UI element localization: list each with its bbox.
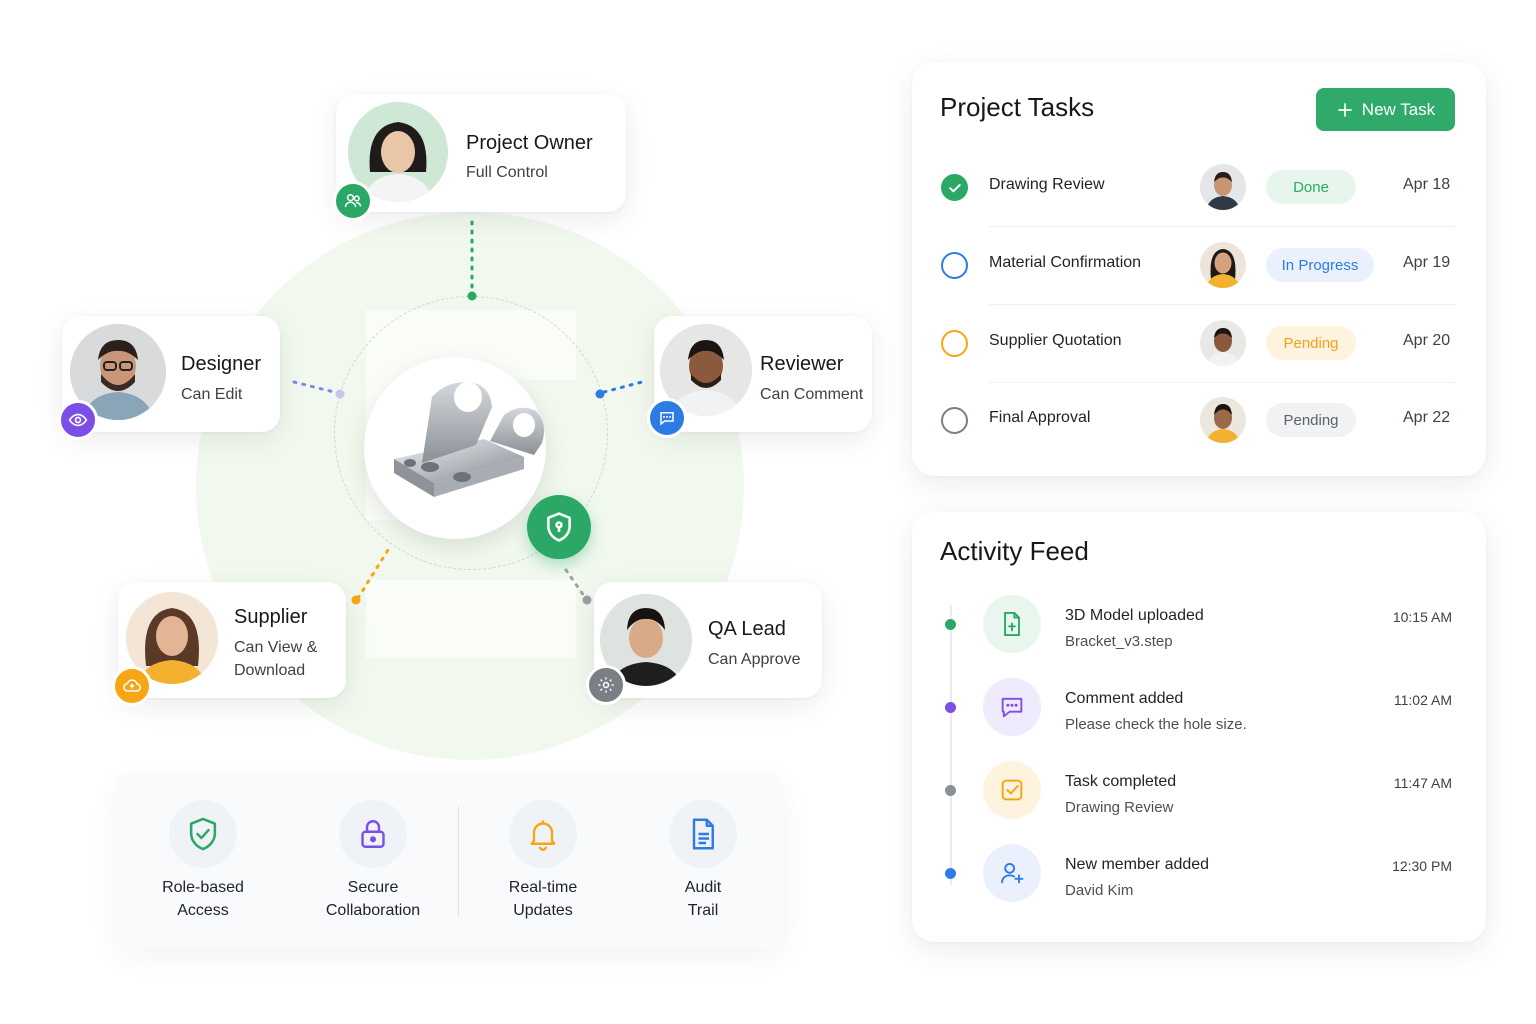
timeline-dot (945, 785, 956, 796)
due-date: Apr 18 (1403, 176, 1451, 193)
timeline-dot (945, 702, 956, 713)
eye-icon (58, 400, 98, 440)
check-in-progress-icon[interactable] (941, 252, 968, 279)
due-date: Apr 20 (1403, 332, 1451, 349)
assignee-avatar (1200, 164, 1246, 210)
role-permission: Can Approve (708, 651, 801, 668)
task-row[interactable]: Supplier Quotation Pending Apr 20 (912, 314, 1487, 374)
role-permission: Can Edit (181, 386, 243, 403)
divider (989, 304, 1455, 305)
role-title: Designer (181, 353, 262, 375)
new-task-label: New Task (1361, 99, 1436, 119)
status-badge: Pending (1266, 326, 1356, 360)
shield-check-icon (169, 800, 237, 868)
task-name: Drawing Review (989, 176, 1105, 193)
shield-lock-icon (547, 512, 571, 542)
feature-label: Real-time Updates (508, 879, 578, 919)
role-permission-line-1: Can View & (234, 639, 318, 656)
role-card-project-owner[interactable]: Project Owner Full Control (333, 94, 626, 221)
file-upload-icon (983, 595, 1041, 653)
document-icon (669, 800, 737, 868)
feature-label: Secure Collaboration (325, 879, 421, 919)
assignee-avatar (1200, 242, 1246, 288)
status-badge: In Progress (1266, 248, 1374, 282)
activity-title: Comment added (1065, 690, 1184, 707)
feature-strip: Role-based Access Secure Collaboration Rea… (116, 772, 784, 948)
feature-audit-trail: Audit Trail (618, 772, 788, 948)
cloud-upload-icon (112, 666, 152, 706)
divider (989, 382, 1455, 383)
feature-label: Role-based Access (162, 879, 244, 919)
timeline-dot (945, 619, 956, 630)
activity-item[interactable]: Task completed Drawing Review 11:47 AM (912, 758, 1487, 838)
status-badge: Done (1266, 170, 1356, 204)
task-name: Supplier Quotation (989, 332, 1122, 349)
activity-feed-panel: Activity Feed 3D Model uploaded Bracket_… (912, 512, 1486, 942)
security-shield-badge (527, 495, 591, 559)
activity-item[interactable]: Comment added Please check the hole size… (912, 675, 1487, 755)
lock-icon (339, 800, 407, 868)
role-title: Reviewer (760, 353, 844, 375)
timeline-dot (945, 868, 956, 879)
role-card-designer[interactable]: Designer Can Edit (58, 316, 280, 440)
comment-icon (983, 678, 1041, 736)
plus-icon (1337, 102, 1352, 117)
check-pending-icon[interactable] (941, 330, 968, 357)
gear-icon (586, 665, 626, 705)
assignee-avatar (1200, 320, 1246, 366)
due-date: Apr 19 (1403, 254, 1451, 271)
panel-title: Activity Feed (940, 536, 1089, 566)
activity-item[interactable]: 3D Model uploaded Bracket_v3.step 10:15 … (912, 592, 1487, 672)
feature-secure-collaboration: Secure Collaboration (288, 772, 458, 948)
task-row[interactable]: Final Approval Pending Apr 22 (912, 391, 1487, 451)
task-row[interactable]: Material Confirmation In Progress Apr 19 (912, 236, 1487, 296)
project-tasks-panel: Project Tasks New Task Drawing Review Do… (912, 62, 1486, 476)
new-task-button[interactable]: New Task (1316, 88, 1455, 131)
activity-time: 11:47 AM (1393, 775, 1452, 791)
center-part-disc (364, 357, 546, 539)
activity-title: Task completed (1065, 773, 1177, 790)
role-permission-line-2: Download (234, 662, 306, 679)
users-icon (333, 181, 373, 221)
due-date: Apr 22 (1403, 409, 1451, 426)
checkbox-icon (983, 761, 1041, 819)
role-card-supplier[interactable]: Supplier Can View & Download (112, 582, 346, 706)
panel-title: Project Tasks (940, 92, 1095, 122)
role-title: Supplier (234, 606, 308, 628)
role-title: Project Owner (466, 132, 593, 154)
feature-label: Audit Trail (684, 879, 722, 919)
divider (989, 226, 1455, 227)
role-card-qa-lead[interactable]: QA Lead Can Approve (586, 582, 822, 705)
activity-detail: Drawing Review (1065, 799, 1174, 816)
status-badge: Pending (1266, 403, 1356, 437)
task-name: Final Approval (989, 409, 1091, 426)
task-row[interactable]: Drawing Review Done Apr 18 (912, 158, 1487, 218)
activity-time: 10:15 AM (1392, 609, 1452, 625)
bracket-part-icon (394, 382, 544, 497)
activity-detail: David Kim (1065, 882, 1134, 899)
activity-detail: Bracket_v3.step (1065, 633, 1173, 650)
feature-real-time-updates: Real-time Updates (458, 772, 628, 948)
role-permission: Can Comment (760, 386, 864, 403)
feature-role-based-access: Role-based Access (118, 772, 288, 948)
chat-icon (647, 398, 687, 438)
activity-item[interactable]: New member added David Kim 12:30 PM (912, 841, 1487, 921)
user-add-icon (983, 844, 1041, 902)
role-card-reviewer[interactable]: Reviewer Can Comment (647, 316, 872, 438)
check-pending-icon[interactable] (941, 407, 968, 434)
assignee-avatar (1200, 397, 1246, 443)
role-title: QA Lead (708, 618, 786, 640)
activity-time: 12:30 PM (1392, 858, 1452, 874)
activity-time: 11:02 AM (1393, 692, 1452, 708)
activity-detail: Please check the hole size. (1065, 716, 1247, 733)
activity-title: New member added (1065, 856, 1210, 873)
bell-icon (509, 800, 577, 868)
role-permission: Full Control (466, 164, 548, 181)
task-name: Material Confirmation (989, 254, 1142, 271)
activity-title: 3D Model uploaded (1065, 607, 1204, 624)
check-done-icon[interactable] (941, 174, 968, 201)
